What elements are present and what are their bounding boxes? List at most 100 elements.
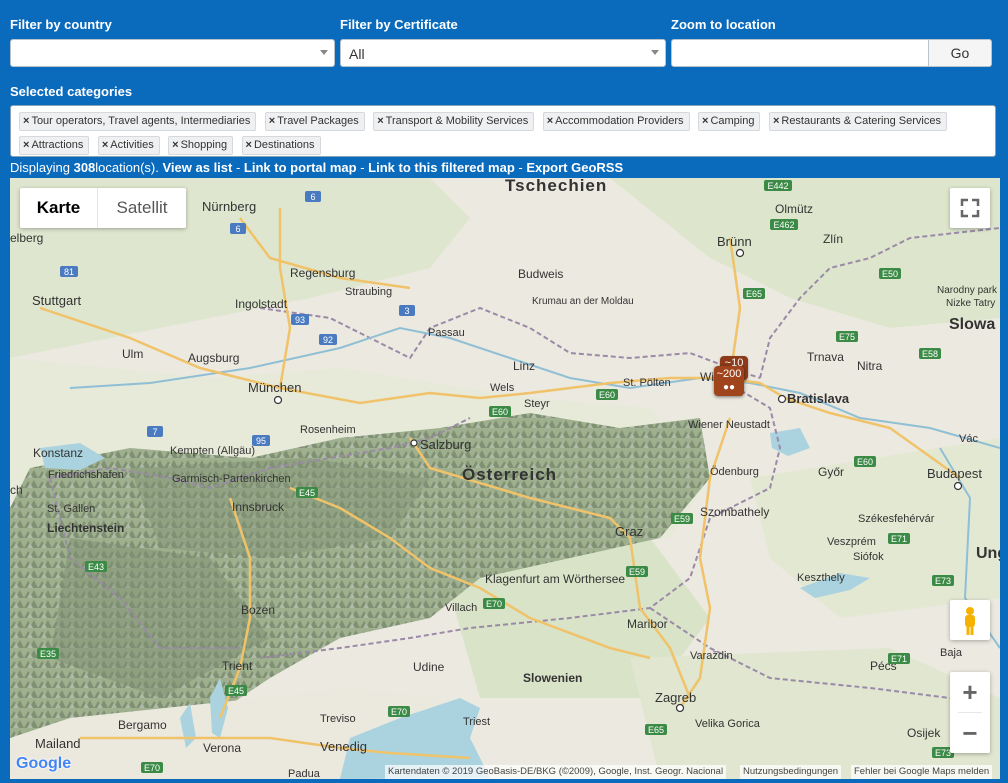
category-tag[interactable]: × Tour operators, Travel agents, Intermed… <box>19 112 257 131</box>
road-shield-label: E71 <box>891 534 907 544</box>
category-tag[interactable]: × Shopping <box>168 136 234 155</box>
certificate-filter-label: Filter by Certificate <box>340 17 458 32</box>
road-shield: E70 <box>388 706 410 717</box>
road-shield-label: E45 <box>228 686 244 696</box>
category-tag[interactable]: × Restaurants & Catering Services <box>768 112 947 131</box>
road-shield: E442 <box>764 180 792 191</box>
location-count: 308 <box>73 160 96 175</box>
road-shield: 95 <box>252 435 270 446</box>
map-attribution: Kartendaten © 2019 GeoBasis-DE/BKG (©200… <box>385 765 727 779</box>
google-logo[interactable]: Google <box>16 755 71 773</box>
road-shield: E75 <box>836 331 858 342</box>
road-shield: E58 <box>919 348 941 359</box>
road-shield-label: E43 <box>88 562 104 572</box>
view-as-list-link[interactable]: View as list <box>163 160 233 175</box>
remove-icon[interactable]: × <box>702 115 708 127</box>
category-tag[interactable]: × Accommodation Providers <box>542 112 690 131</box>
remove-icon[interactable]: × <box>102 139 108 151</box>
export-georss-link[interactable]: Export GeoRSS <box>526 160 623 175</box>
certificate-select[interactable]: All <box>340 39 666 67</box>
category-tag[interactable]: × Activities <box>97 136 160 155</box>
map-type-karte-button[interactable]: Karte <box>20 188 97 228</box>
category-tag-label: Activities <box>110 139 154 151</box>
remove-icon[interactable]: × <box>23 139 29 151</box>
pegman-icon <box>965 607 975 635</box>
zoom-location-input[interactable] <box>671 39 929 67</box>
road-shield-label: 3 <box>404 306 409 316</box>
remove-icon[interactable]: × <box>172 139 178 151</box>
road-shield-label: E60 <box>599 390 615 400</box>
location-status: Displaying 308location(s). View as list … <box>10 160 623 175</box>
road-shield: 3 <box>399 305 415 316</box>
road-shield: 92 <box>319 334 337 345</box>
category-tag[interactable]: × Attractions <box>19 136 90 155</box>
road-shield: E70 <box>141 762 163 773</box>
road-shield: E43 <box>85 561 107 572</box>
remove-icon[interactable]: × <box>773 115 779 127</box>
road-shield: E70 <box>483 598 505 609</box>
road-shield: E60 <box>854 456 876 467</box>
road-shield-label: E75 <box>839 332 855 342</box>
road-shield: 93 <box>291 314 309 325</box>
category-tag-box[interactable]: × Tour operators, Travel agents, Intermed… <box>10 105 996 157</box>
category-tag-label: Travel Packages <box>277 115 359 127</box>
chevron-down-icon <box>651 50 659 55</box>
remove-icon[interactable]: × <box>377 115 383 127</box>
zoom-out-button[interactable]: − <box>950 713 990 753</box>
go-button[interactable]: Go <box>928 39 992 67</box>
filtered-map-link[interactable]: Link to this filtered map <box>368 160 515 175</box>
category-tag[interactable]: × Camping <box>698 112 761 131</box>
portal-map-link[interactable]: Link to portal map <box>244 160 357 175</box>
road-shield-label: E45 <box>299 488 315 498</box>
certificate-select-value: All <box>349 46 365 62</box>
zoom-location-label: Zoom to location <box>671 17 776 32</box>
country-filter-label: Filter by country <box>10 17 112 32</box>
country-select[interactable] <box>10 39 335 67</box>
road-shield: 81 <box>60 266 78 277</box>
road-shield-label: E70 <box>486 599 502 609</box>
zoom-in-button[interactable]: + <box>950 672 990 712</box>
category-tag[interactable]: × Travel Packages <box>264 112 365 131</box>
road-shield-label: E58 <box>922 349 938 359</box>
remove-icon[interactable]: × <box>246 139 252 151</box>
road-shield: E35 <box>37 648 59 659</box>
selected-categories-label: Selected categories <box>10 84 133 99</box>
separator: - <box>232 160 244 175</box>
road-shield-label: E73 <box>935 748 951 758</box>
street-view-button[interactable] <box>950 600 990 640</box>
category-tag[interactable]: × Destinations <box>241 136 321 155</box>
road-shield: E65 <box>743 288 765 299</box>
category-tag[interactable]: × Transport & Mobility Services <box>373 112 535 131</box>
road-shield: E71 <box>888 533 910 544</box>
category-tag-label: Shopping <box>180 139 228 151</box>
cluster-marker[interactable]: ~200 ●● <box>714 366 744 396</box>
road-shield-label: E73 <box>935 576 951 586</box>
fullscreen-button[interactable] <box>950 188 990 228</box>
remove-icon[interactable]: × <box>269 115 275 127</box>
road-shield-label: E60 <box>492 407 508 417</box>
map-canvas[interactable]: Nürnberg Regensburg Straubing Ingolstadt… <box>10 178 1000 779</box>
category-tag-label: Restaurants & Catering Services <box>781 115 941 127</box>
road-shield-label: E60 <box>857 457 873 467</box>
road-shield-label: E65 <box>746 289 762 299</box>
road-shield: E65 <box>645 724 667 735</box>
status-prefix: Displaying <box>10 160 74 175</box>
road-shield: E45 <box>296 487 318 498</box>
terms-link[interactable]: Nutzungsbedingungen <box>740 765 842 779</box>
category-tag-label: Accommodation Providers <box>555 115 684 127</box>
map-type-satellite-button[interactable]: Satellit <box>98 188 186 228</box>
road-shield: 6 <box>230 223 246 234</box>
road-shield-label: E50 <box>882 269 898 279</box>
fullscreen-icon <box>960 198 980 218</box>
report-error-link[interactable]: Fehler bei Google Maps melden <box>851 765 993 779</box>
road-shield: E60 <box>596 389 618 400</box>
road-shield-label: E59 <box>674 514 690 524</box>
map-type-control: Karte Satellit <box>20 188 186 228</box>
road-shield: E73 <box>932 575 954 586</box>
remove-icon[interactable]: × <box>547 115 553 127</box>
remove-icon[interactable]: × <box>23 115 29 127</box>
status-suffix: location(s). <box>95 160 163 175</box>
category-tag-label: Transport & Mobility Services <box>385 115 529 127</box>
road-shield: 6 <box>305 191 321 202</box>
marker-dots-icon: ●● <box>722 382 736 393</box>
